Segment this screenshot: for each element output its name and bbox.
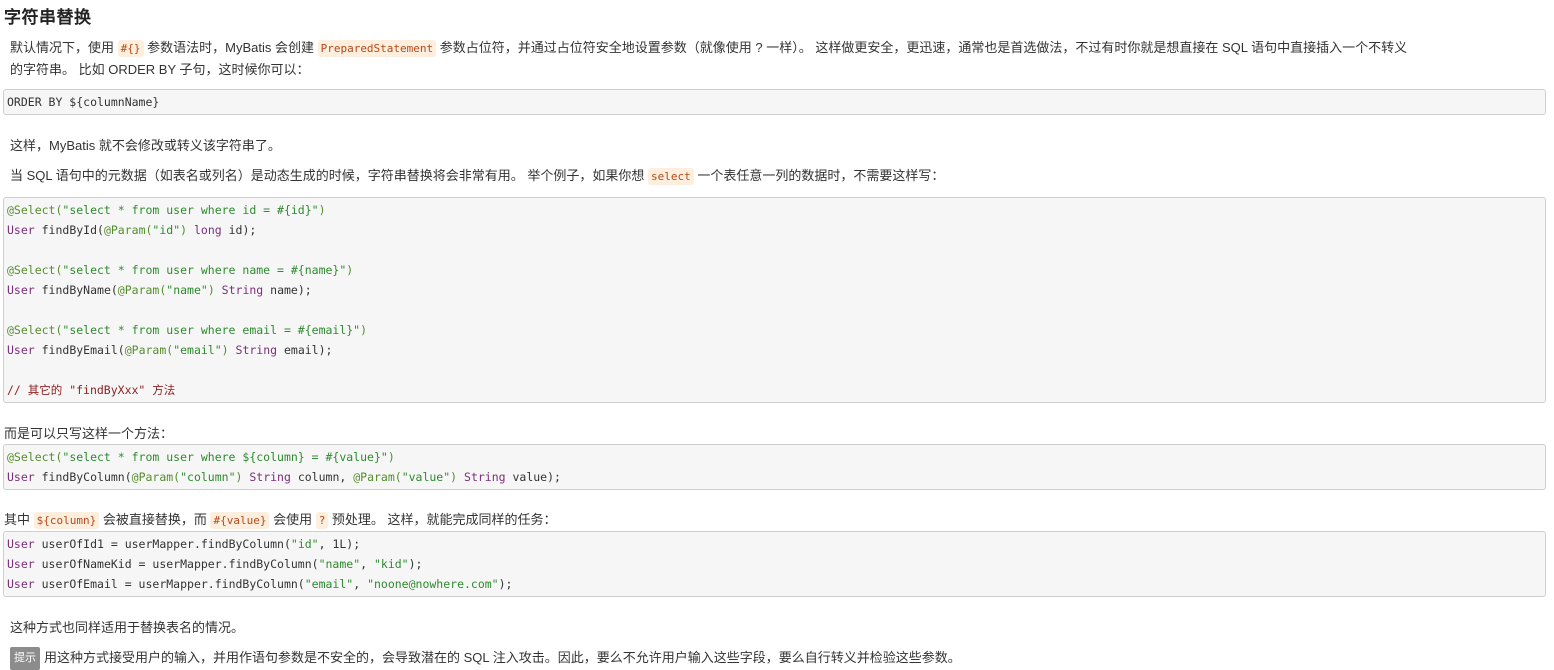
tip-paragraph: 提示 用这种方式接受用户的输入，并用作语句参数是不安全的，会导致潜在的 SQL 注… [10, 647, 961, 670]
code-line: User findById(@Param("id") long id); [7, 223, 257, 237]
intro-paragraph: 默认情况下，使用 #{} 参数语法时，MyBatis 会创建 PreparedS… [10, 40, 1408, 77]
paragraph: 这样，MyBatis 就不会修改或转义该字符串了。 [10, 138, 281, 153]
inline-code: ${column} [33, 512, 100, 529]
code-line: User userOfEmail = userMapper.findByColu… [7, 577, 513, 591]
inline-code: PreparedStatement [317, 40, 437, 57]
inline-code: ? [315, 512, 329, 529]
code-block-order-by: ORDER BY ${columnName} [3, 89, 1546, 115]
code-block-find-by: @Select("select * from user where id = #… [3, 197, 1546, 403]
paragraph: 这种方式也同样适用于替换表名的情况。 [10, 620, 245, 635]
code-line: User userOfNameKid = userMapper.findByCo… [7, 557, 423, 571]
code-line: // 其它的 "findByXxx" 方法 [7, 383, 176, 397]
paragraph: 当 SQL 语句中的元数据（如表名或列名）是动态生成的时候，字符串替换将会非常有… [10, 168, 945, 185]
inline-code: #{} [117, 40, 144, 57]
inline-code: #{value} [210, 512, 270, 529]
inline-code: select [647, 168, 694, 185]
document-page: 字符串替换 默认情况下，使用 #{} 参数语法时，MyBatis 会创建 Pre… [0, 0, 1554, 670]
code-line: User userOfId1 = userMapper.findByColumn… [7, 537, 361, 551]
code-block-usage: User userOfId1 = userMapper.findByColumn… [3, 531, 1546, 597]
code-line: @Select("select * from user where email … [7, 323, 368, 337]
code-line: User findByName(@Param("name") String na… [7, 283, 312, 297]
code-line: User findByColumn(@Param("column") Strin… [7, 470, 561, 484]
code-line: @Select("select * from user where name =… [7, 263, 354, 277]
code-block-find-by-column: @Select("select * from user where ${colu… [3, 444, 1546, 490]
code-line: User findByEmail(@Param("email") String … [7, 343, 333, 357]
paragraph: 其中 ${column} 会被直接替换，而 #{value} 会使用 ? 预处理… [4, 512, 557, 529]
paragraph: 而是可以只写这样一个方法： [4, 426, 174, 441]
code-line: ORDER BY ${columnName} [7, 95, 160, 109]
code-line: @Select("select * from user where ${colu… [7, 450, 395, 464]
tip-badge: 提示 [10, 647, 40, 670]
section-title: 字符串替换 [4, 8, 92, 27]
code-line: @Select("select * from user where id = #… [7, 203, 326, 217]
